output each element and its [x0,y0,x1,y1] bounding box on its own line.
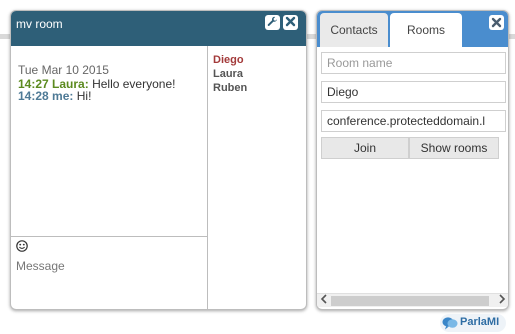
close-icon [489,17,504,28]
close-chatroom-button[interactable] [283,15,298,30]
chatroom-header: mv room [11,11,306,46]
chatroom-title: mv room [16,17,63,31]
message-item: 14:28 me: Hi! [18,90,207,102]
message-text: Hello everyone! [92,77,176,91]
date-separator: Tue Mar 10 2015 [18,63,109,77]
message-sender: me: [52,89,74,103]
server-input[interactable] [321,110,506,132]
chatroom-panel: mv room Tue Mar 10 2015 14:27 Laura: Hel… [10,10,307,310]
brand-logo: ParlaMI [440,314,506,332]
nickname-input[interactable] [321,81,506,103]
close-icon [283,16,298,27]
close-controlbox-button[interactable] [489,15,504,30]
chevron-left-icon[interactable] [318,294,330,308]
message-list: Tue Mar 10 2015 14:27 Laura: Hello every… [11,46,207,236]
horizontal-scrollbar[interactable] [317,293,508,308]
wrench-icon [265,16,280,27]
tab-rooms[interactable]: Rooms [390,13,462,47]
message-time: 14:28 [18,89,49,103]
smiley-icon[interactable] [16,240,28,252]
controlbox-header: Contacts Rooms [317,11,508,47]
room-name-input[interactable] [321,52,506,74]
chevron-right-icon[interactable] [496,294,508,308]
occupant-ruben[interactable]: Ruben [213,81,306,95]
occupant-diego[interactable]: Diego [213,53,306,67]
occupant-laura[interactable]: Laura [213,67,306,81]
rooms-panel: Join Show rooms [317,47,508,309]
show-rooms-button[interactable]: Show rooms [409,137,499,159]
logo-icon [442,316,458,330]
message-text: Hi! [76,89,92,103]
chatroom-body: Tue Mar 10 2015 14:27 Laura: Hello every… [11,46,306,309]
controlbox-panel: Contacts Rooms Join Show rooms [316,10,509,310]
logo-text: ParlaMI [460,316,500,328]
message-input[interactable] [16,257,202,275]
tab-contacts[interactable]: Contacts [320,13,388,47]
occupant-list: Diego Laura Ruben [207,46,306,309]
configure-button[interactable] [265,15,280,30]
join-button[interactable]: Join [321,137,409,159]
message-composer [11,236,207,309]
scrollbar-thumb[interactable] [331,296,489,306]
